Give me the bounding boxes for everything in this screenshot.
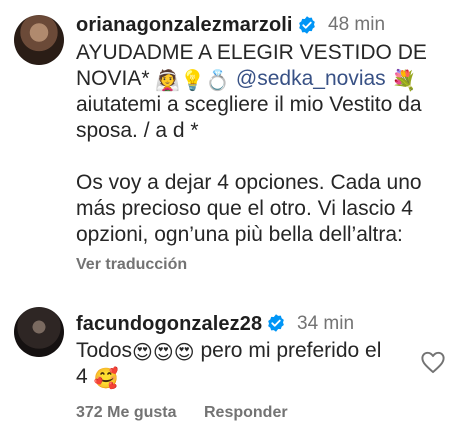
comment-line: 4 🥰 [76,364,381,390]
comment-text: Os voy a dejar 4 opciones. Cada uno [76,171,422,194]
emoji: 💡 [180,70,206,92]
mention-link[interactable]: @sedka_novias [236,67,386,90]
avatar-facundo[interactable] [14,307,64,357]
emoji: 😍 [132,342,153,364]
comment-line: aiutatemi a scegliere il mio Vestito da [76,92,427,118]
comment-text: pero mi preferido el [194,339,382,362]
emoji: 😍 [173,342,195,364]
avatar-oriana[interactable] [14,15,64,65]
comment-body: Todos😍😍😍 pero mi preferido el 4 🥰 [76,338,381,390]
comment-text: 4 [76,365,94,388]
comment-line [76,144,427,170]
emoji: 👰 [155,70,181,92]
see-translation-link[interactable]: Ver traducción [76,256,187,274]
like-count[interactable]: 372 Me gusta [76,404,176,422]
comment-line: sposa. / a d * [76,118,427,144]
reply-button[interactable]: Responder [204,404,288,422]
comment-text: AYUDADME A ELEGIR VESTIDO DE [76,41,427,64]
verified-badge-icon [299,16,315,34]
comment-line: Os voy a dejar 4 opciones. Cada uno [76,170,427,196]
comment-timestamp: 34 min [297,313,355,334]
emoji: 🥰 [93,368,119,390]
comment-username[interactable]: facundogonzalez28 [76,313,262,336]
comment-username[interactable]: orianagonzalezmarzoli [76,14,293,37]
emoji: 💍 [205,70,231,92]
comment-text: sposa. / a d * [76,119,199,142]
comment-text: NOVIA* [76,67,156,90]
verified-badge-icon [268,314,284,332]
comment-line: Todos😍😍😍 pero mi preferido el [76,338,381,364]
comment-line: más precioso que el otro. Vi lascio 4 [76,196,427,222]
emoji: 💐 [391,70,417,92]
comment-text: aiutatemi a scegliere il mio Vestito da [76,93,422,116]
comment-text: Todos [76,339,133,362]
comment-text: opzioni, ogn’una più bella dell’altra: [76,223,403,246]
heart-outline-icon[interactable] [420,350,446,374]
emoji: 😍 [152,342,174,364]
comment-timestamp: 48 min [328,14,386,35]
comment-line: opzioni, ogn’una più bella dell’altra: [76,222,427,248]
comment-line: NOVIA* 👰💡💍 @sedka_novias 💐 [76,66,427,92]
comment-body: AYUDADME A ELEGIR VESTIDO DE NOVIA* 👰💡💍 @… [76,40,427,248]
comment-line: AYUDADME A ELEGIR VESTIDO DE [76,40,427,66]
comment-text: más precioso que el otro. Vi lascio 4 [76,197,413,220]
